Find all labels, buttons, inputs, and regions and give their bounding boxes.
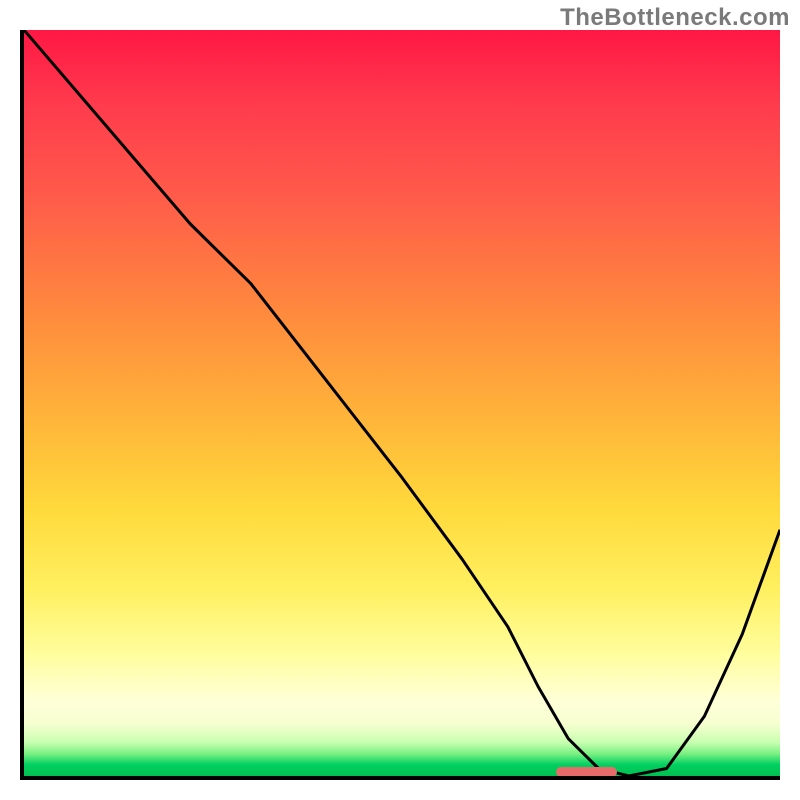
- curve-path: [24, 30, 780, 776]
- optimal-marker: [556, 767, 617, 777]
- watermark-text: TheBottleneck.com: [560, 4, 790, 32]
- chart-frame: TheBottleneck.com: [0, 0, 800, 800]
- plot-area: [20, 30, 780, 780]
- bottleneck-curve: [24, 30, 780, 776]
